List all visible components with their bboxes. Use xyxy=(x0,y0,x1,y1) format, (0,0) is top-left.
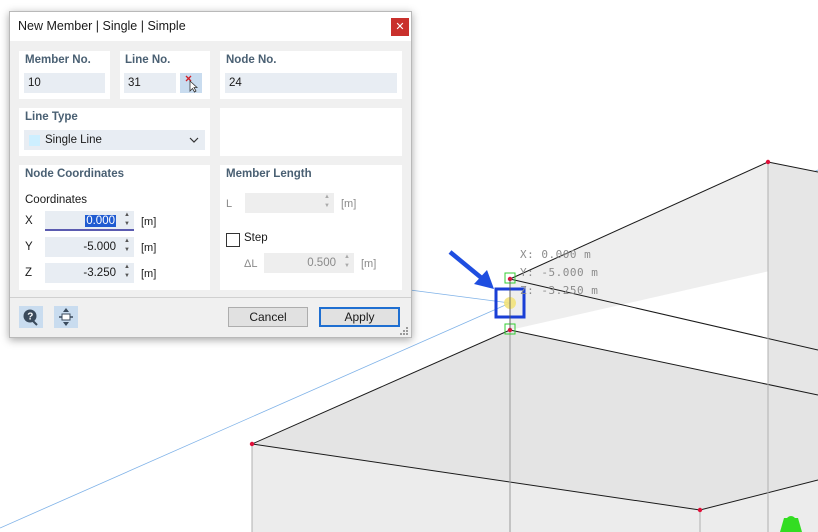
length-label: L xyxy=(226,198,233,210)
z-label: Z xyxy=(25,267,33,279)
line-type-value: Single Line xyxy=(45,134,102,146)
y-coordinate-field[interactable]: -5.000 xyxy=(45,237,134,257)
step-label: Step xyxy=(244,232,268,244)
length-unit: [m] xyxy=(341,198,357,210)
node-marker[interactable] xyxy=(765,159,771,165)
delta-l-label: ΔL xyxy=(244,258,258,270)
member-length-panel: Member Length L ▲ ▼ [m] Step ΔL 0.500 ▲ ▼ … xyxy=(220,165,402,290)
length-field[interactable] xyxy=(245,193,334,213)
node-marker[interactable] xyxy=(249,441,255,447)
cancel-button[interactable]: Cancel xyxy=(228,307,308,327)
footer-divider xyxy=(10,297,411,298)
x-coordinate-value: 0.000 xyxy=(85,215,116,227)
line-no-panel: Line No. 31 xyxy=(120,51,210,99)
x-unit: [m] xyxy=(141,216,157,228)
line-type-select[interactable]: Single Line xyxy=(24,130,205,150)
step-checkbox[interactable] xyxy=(226,233,240,247)
member-length-label: Member Length xyxy=(226,168,312,180)
snap-node-button[interactable] xyxy=(54,306,78,328)
dialog-title: New Member | Single | Simple xyxy=(18,19,186,33)
node-no-panel: Node No. 24 xyxy=(220,51,402,99)
svg-text:?: ? xyxy=(27,312,33,323)
pick-cursor-icon xyxy=(185,75,199,93)
dialog-titlebar[interactable]: New Member | Single | Simple ✕ xyxy=(10,12,411,41)
help-button[interactable]: ? xyxy=(19,306,43,328)
apply-button[interactable]: Apply xyxy=(319,307,400,327)
z-coordinate-field[interactable]: -3.250 xyxy=(45,263,134,283)
node-no-field[interactable]: 24 xyxy=(225,73,397,93)
pick-line-button[interactable] xyxy=(180,73,202,93)
delta-l-unit: [m] xyxy=(361,258,377,270)
z-spinner[interactable]: ▲ ▼ xyxy=(122,263,132,283)
node-marker[interactable] xyxy=(697,507,703,513)
line-type-label: Line Type xyxy=(25,111,78,123)
y-spinner[interactable]: ▲ ▼ xyxy=(122,237,132,257)
chevron-down-icon xyxy=(189,137,199,143)
member-no-field[interactable]: 10 xyxy=(24,73,105,93)
coord-readout-x: X: 0.000 m xyxy=(520,248,592,261)
length-spinner[interactable]: ▲ ▼ xyxy=(322,193,332,213)
empty-panel xyxy=(220,108,402,156)
member-no-panel: Member No. 10 xyxy=(19,51,110,99)
delta-l-spinner[interactable]: ▲ ▼ xyxy=(342,253,352,273)
coord-readout-y: Y: -5.000 m xyxy=(520,266,599,279)
x-spinner[interactable]: ▲ ▼ xyxy=(122,211,132,231)
y-unit: [m] xyxy=(141,242,157,254)
node-coordinates-label: Node Coordinates xyxy=(25,168,125,180)
node-coordinates-panel: Node Coordinates Coordinates X 0.000 ▲ ▼ … xyxy=(19,165,210,290)
snap-node-icon xyxy=(59,308,73,326)
x-label: X xyxy=(25,215,33,227)
close-icon: ✕ xyxy=(395,21,405,33)
resize-grip-icon[interactable] xyxy=(399,326,409,336)
x-coordinate-field[interactable]: 0.000 xyxy=(45,211,134,231)
pointer-arrow-icon xyxy=(448,250,494,289)
z-unit: [m] xyxy=(141,268,157,280)
delta-l-field[interactable]: 0.500 xyxy=(264,253,354,273)
member-no-label: Member No. xyxy=(25,54,91,66)
line-type-panel: Line Type Single Line xyxy=(19,108,210,156)
line-no-label: Line No. xyxy=(125,54,171,66)
close-button[interactable]: ✕ xyxy=(391,18,409,36)
help-icon: ? xyxy=(23,309,38,326)
y-label: Y xyxy=(25,241,33,253)
node-no-label: Node No. xyxy=(226,54,277,66)
new-member-dialog: New Member | Single | Simple ✕ Member No… xyxy=(9,11,412,338)
line-no-field[interactable]: 31 xyxy=(124,73,176,93)
coordinates-sublabel: Coordinates xyxy=(25,194,88,206)
coord-readout-z: Z: -3.250 m xyxy=(520,284,599,297)
line-type-swatch xyxy=(29,135,40,146)
